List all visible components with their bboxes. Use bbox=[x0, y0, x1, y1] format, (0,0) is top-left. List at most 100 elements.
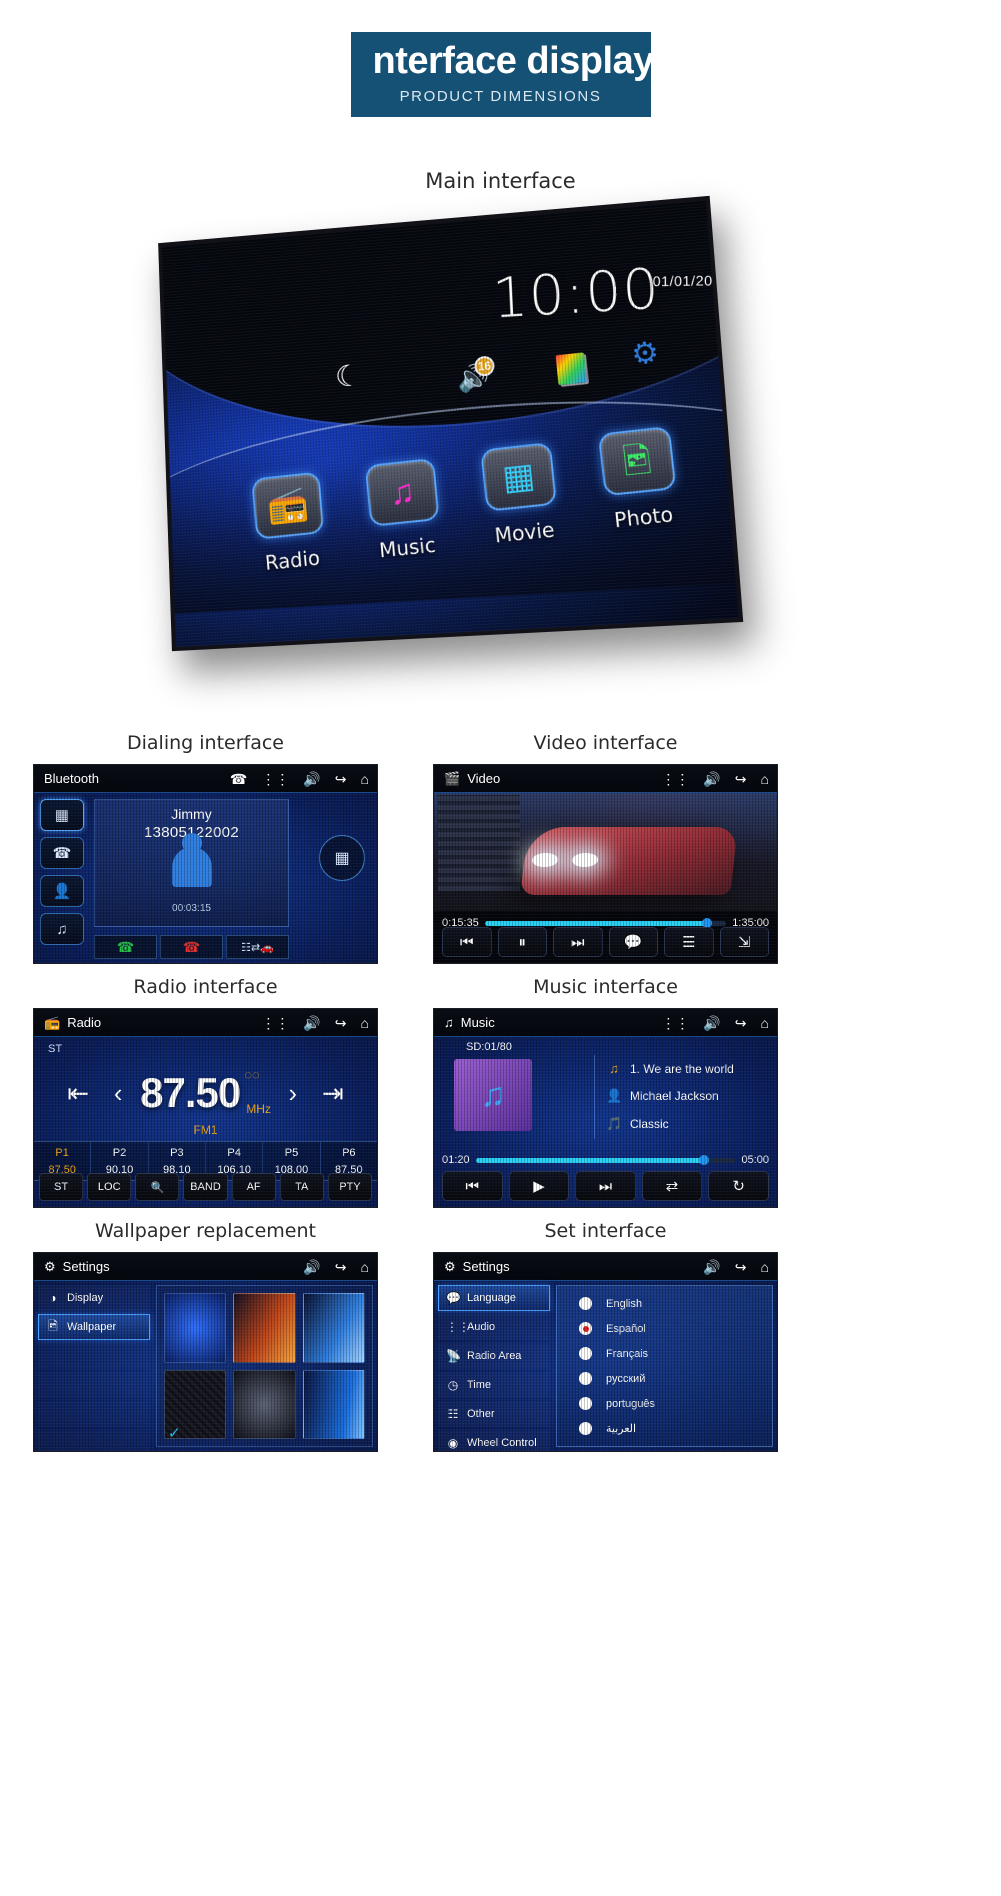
transfer-call-button[interactable]: ☷⇄🚗 bbox=[226, 935, 289, 959]
app-music[interactable]: ♫ Music bbox=[358, 457, 450, 564]
wallpaper-thumb-3[interactable] bbox=[302, 1293, 365, 1363]
home-icon[interactable]: ⌂ bbox=[361, 1259, 369, 1275]
phone-check-icon[interactable]: ☎ bbox=[230, 771, 247, 788]
contacts-button[interactable]: 👤 bbox=[40, 875, 84, 907]
home-icon[interactable]: ⌂ bbox=[361, 771, 369, 787]
volume-icon[interactable]: 🔊 bbox=[303, 1259, 320, 1276]
next-track-button[interactable]: ⏭ bbox=[575, 1171, 636, 1201]
home-icon[interactable]: ⌂ bbox=[761, 1259, 769, 1275]
music-note-icon: ♫ bbox=[364, 457, 440, 527]
language-option-francais[interactable]: Français bbox=[557, 1341, 772, 1366]
call-log-button[interactable]: ☎ bbox=[40, 837, 84, 869]
volume-icon[interactable]: 🔊 bbox=[703, 1259, 720, 1276]
volume-icon[interactable]: 🔊 bbox=[303, 771, 320, 788]
radio-button-icon[interactable] bbox=[579, 1397, 592, 1410]
next-button[interactable]: ⏭ bbox=[553, 927, 603, 957]
playlist-button[interactable]: ☰ bbox=[664, 927, 714, 957]
back-icon[interactable]: ↪ bbox=[735, 1259, 747, 1276]
sidebar-item-wheel-control[interactable]: ◉ Wheel Control bbox=[438, 1430, 550, 1451]
call-duration: 00:03:15 bbox=[172, 903, 211, 914]
previous-track-button[interactable]: ⏮ bbox=[442, 1171, 503, 1201]
volume-icon[interactable]: 🔊 bbox=[703, 771, 720, 788]
band-button[interactable]: BAND bbox=[183, 1173, 228, 1201]
wallpaper-thumb-5[interactable] bbox=[233, 1369, 296, 1439]
stereo-button[interactable]: ST bbox=[39, 1173, 84, 1201]
app-photo[interactable]: 🖻 Photo bbox=[591, 425, 689, 534]
radio-button-icon[interactable] bbox=[579, 1297, 592, 1310]
equalizer-icon[interactable]: ⋮⋮ bbox=[661, 771, 689, 788]
home-icon[interactable]: ⌂ bbox=[761, 771, 769, 787]
app-radio[interactable]: 📻 Radio bbox=[245, 471, 335, 577]
music-seek-bar[interactable] bbox=[475, 1155, 736, 1165]
pause-button[interactable]: ⏸ bbox=[497, 927, 547, 957]
fullscreen-button[interactable]: ⇲ bbox=[719, 927, 769, 957]
home-date: 01/01/2016 bbox=[652, 272, 730, 289]
tune-down-button[interactable]: ‹ bbox=[100, 1068, 136, 1118]
pty-button[interactable]: PTY bbox=[327, 1173, 372, 1201]
dialpad-icon[interactable]: ▦ bbox=[319, 835, 365, 881]
panel-row-2: Radio interface 📻 Radio ⋮⋮ 🔊 ↪ ⌂ ST ⇤ ‹ … bbox=[33, 964, 968, 1208]
back-icon[interactable]: ↪ bbox=[735, 1015, 747, 1032]
search-button[interactable]: 🔍 bbox=[135, 1173, 180, 1201]
equalizer-icon[interactable]: ⋮⋮ bbox=[661, 1015, 689, 1032]
back-icon[interactable]: ↪ bbox=[335, 771, 347, 788]
preset-slot: P4 bbox=[227, 1147, 241, 1159]
language-option-espanol[interactable]: Español bbox=[557, 1316, 772, 1341]
settings-gear-icon[interactable]: ⚙ bbox=[630, 335, 669, 374]
back-icon[interactable]: ↪ bbox=[335, 1259, 347, 1276]
hangup-button[interactable]: ☎ bbox=[160, 935, 223, 959]
tune-up-button[interactable]: › bbox=[275, 1068, 311, 1118]
sidebar-item-label: Display bbox=[67, 1292, 104, 1304]
language-option-russian[interactable]: русский bbox=[557, 1366, 772, 1391]
sidebar-item-audio[interactable]: ⋮⋮ Audio bbox=[438, 1314, 550, 1340]
language-option-portugues[interactable]: português bbox=[557, 1391, 772, 1416]
volume-icon[interactable]: 🔊 bbox=[703, 1015, 720, 1032]
volume-icon[interactable]: 🔊 16 bbox=[456, 355, 495, 399]
back-icon[interactable]: ↪ bbox=[735, 771, 747, 788]
bt-music-button[interactable]: ♫ bbox=[40, 913, 84, 945]
radio-button-icon[interactable] bbox=[579, 1372, 592, 1385]
seek-prev-all-button[interactable]: ⇤ bbox=[60, 1068, 96, 1118]
radio-button-icon[interactable] bbox=[579, 1322, 592, 1335]
moon-star-icon[interactable]: ☾ bbox=[334, 359, 372, 399]
sidebar-item-language[interactable]: 💬 Language bbox=[438, 1285, 550, 1311]
video-frame[interactable] bbox=[434, 793, 777, 911]
wallpaper-thumb-2[interactable] bbox=[233, 1293, 296, 1363]
repeat-button[interactable]: ↻ bbox=[708, 1171, 769, 1201]
music-seek-knob[interactable] bbox=[699, 1155, 710, 1165]
sidebar-item-radio-area[interactable]: 📡 Radio Area bbox=[438, 1343, 550, 1369]
ta-button[interactable]: TA bbox=[279, 1173, 324, 1201]
language-option-english[interactable]: English bbox=[557, 1291, 772, 1316]
keypad-button[interactable]: ▦ bbox=[40, 799, 84, 831]
previous-button[interactable]: ⏮ bbox=[442, 927, 492, 957]
radio-button-icon[interactable] bbox=[579, 1422, 592, 1435]
local-button[interactable]: LOC bbox=[87, 1173, 132, 1201]
shuffle-button[interactable]: ⇄ bbox=[641, 1171, 703, 1201]
wallpaper-thumb-4[interactable]: ✓ bbox=[164, 1369, 227, 1442]
sidebar-item-time[interactable]: ◷ Time bbox=[438, 1372, 550, 1398]
sidebar-item-display[interactable]: ◑ Display bbox=[38, 1285, 150, 1311]
subtitle-button[interactable]: 💬 bbox=[608, 927, 658, 957]
volume-icon[interactable]: 🔊 bbox=[303, 1015, 320, 1032]
radio-statusbar: 📻 Radio ⋮⋮ 🔊 ↪ ⌂ bbox=[34, 1009, 377, 1037]
back-icon[interactable]: ↪ bbox=[335, 1015, 347, 1032]
app-movie[interactable]: ▦ Movie bbox=[473, 441, 568, 549]
home-icon[interactable]: ⌂ bbox=[361, 1015, 369, 1031]
af-button[interactable]: AF bbox=[231, 1173, 276, 1201]
sidebar-item-other[interactable]: ☷ Other bbox=[438, 1401, 550, 1427]
radio-button-icon[interactable] bbox=[579, 1347, 592, 1360]
seek-next-all-button[interactable]: ⇥ bbox=[315, 1068, 351, 1118]
wallpaper-thumb-6[interactable] bbox=[302, 1369, 365, 1439]
steering-wheel-icon: ◉ bbox=[447, 1436, 459, 1450]
equalizer-icon[interactable]: ⋮⋮ bbox=[261, 771, 289, 788]
equalizer-icon[interactable]: ⋮⋮ bbox=[261, 1015, 289, 1032]
preset-slot: P2 bbox=[112, 1147, 127, 1159]
wallpaper-thumb-1[interactable] bbox=[164, 1293, 227, 1363]
antenna-icon: 📡 bbox=[446, 1349, 461, 1363]
sidebar-item-wallpaper[interactable]: 🖻 Wallpaper bbox=[38, 1314, 150, 1340]
language-option-arabic[interactable]: العربية bbox=[557, 1416, 772, 1441]
home-icon[interactable]: ⌂ bbox=[761, 1015, 769, 1031]
answer-button[interactable]: ☎ bbox=[94, 935, 157, 959]
gallery-icon[interactable] bbox=[555, 352, 587, 386]
play-button[interactable]: ▶ bbox=[508, 1171, 570, 1201]
